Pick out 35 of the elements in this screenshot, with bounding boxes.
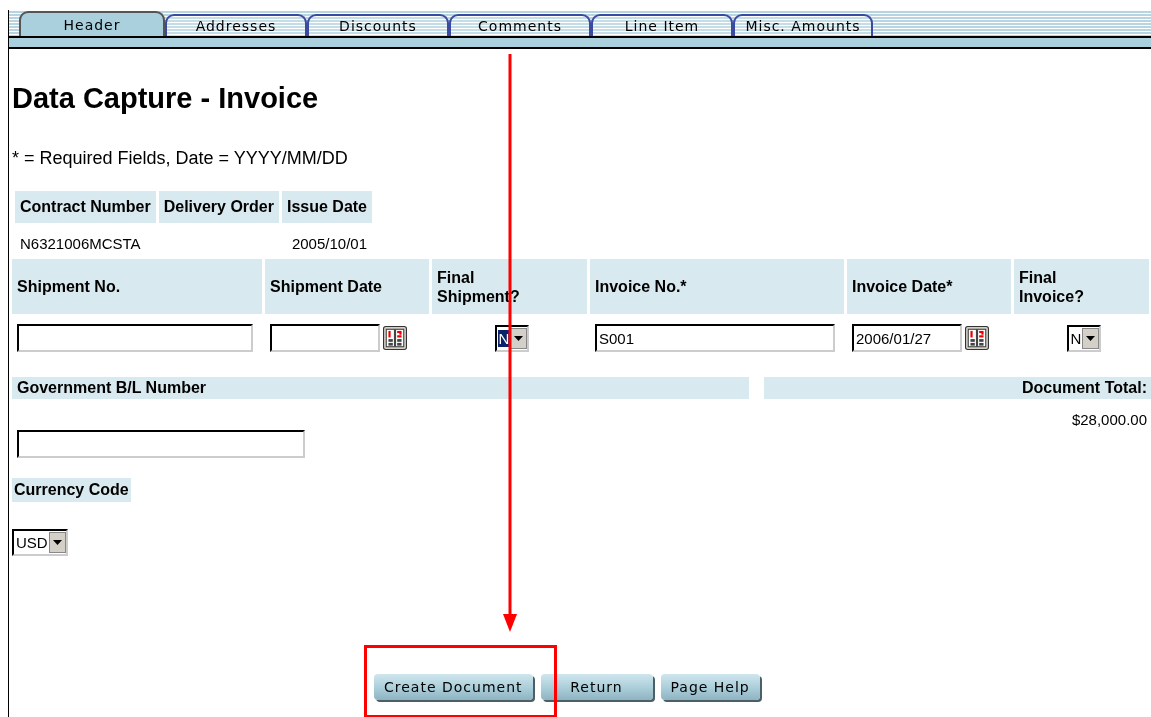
- action-button[interactable]: Return: [540, 674, 653, 700]
- dropdown[interactable]: N: [1066, 324, 1102, 352]
- required-fields-note: * = Required Fields, Date = YYYY/MM/DD: [12, 148, 349, 170]
- calendar-icon[interactable]: [383, 326, 407, 350]
- column-header: Delivery Order: [158, 191, 279, 223]
- field-label: Government B/L Number: [17, 379, 207, 396]
- tab[interactable]: Addresses: [165, 14, 307, 36]
- dropdown[interactable]: USD: [12, 529, 68, 556]
- tab[interactable]: Discounts: [307, 14, 449, 36]
- field-label: Currency Code: [12, 478, 131, 502]
- dropdown[interactable]: N: [494, 324, 530, 352]
- action-button[interactable]: Page Help: [660, 674, 760, 700]
- calendar-icon[interactable]: [965, 326, 989, 350]
- date-field[interactable]: [270, 324, 380, 352]
- text-field[interactable]: [17, 430, 305, 458]
- text-field[interactable]: S001: [595, 324, 835, 352]
- tab[interactable]: Header: [19, 11, 165, 36]
- tab[interactable]: Misc. Amounts: [733, 14, 873, 36]
- field-label: Invoice Date*: [852, 277, 953, 296]
- column-header: Contract Number: [15, 191, 156, 223]
- page-title: Data Capture - Invoice: [12, 81, 320, 116]
- tab[interactable]: Line Item: [591, 14, 733, 36]
- field-label: Document Total:: [1021, 379, 1147, 396]
- tab[interactable]: Comments: [449, 14, 591, 36]
- action-button[interactable]: Create Document: [374, 674, 533, 700]
- field-label: Shipment No.: [17, 277, 121, 296]
- field-label: Final Invoice?: [1019, 267, 1085, 306]
- column-header: Issue Date: [281, 191, 372, 223]
- table-cell: 2005/10/01: [291, 234, 367, 252]
- date-field[interactable]: 2006/01/27: [852, 324, 962, 352]
- field-label: Invoice No.*: [595, 277, 687, 296]
- document-total-value: $28,000.00: [1071, 411, 1148, 428]
- text-field[interactable]: [17, 324, 253, 352]
- table-cell: N6321006MCSTA: [20, 234, 141, 252]
- field-label: Shipment Date: [270, 277, 382, 296]
